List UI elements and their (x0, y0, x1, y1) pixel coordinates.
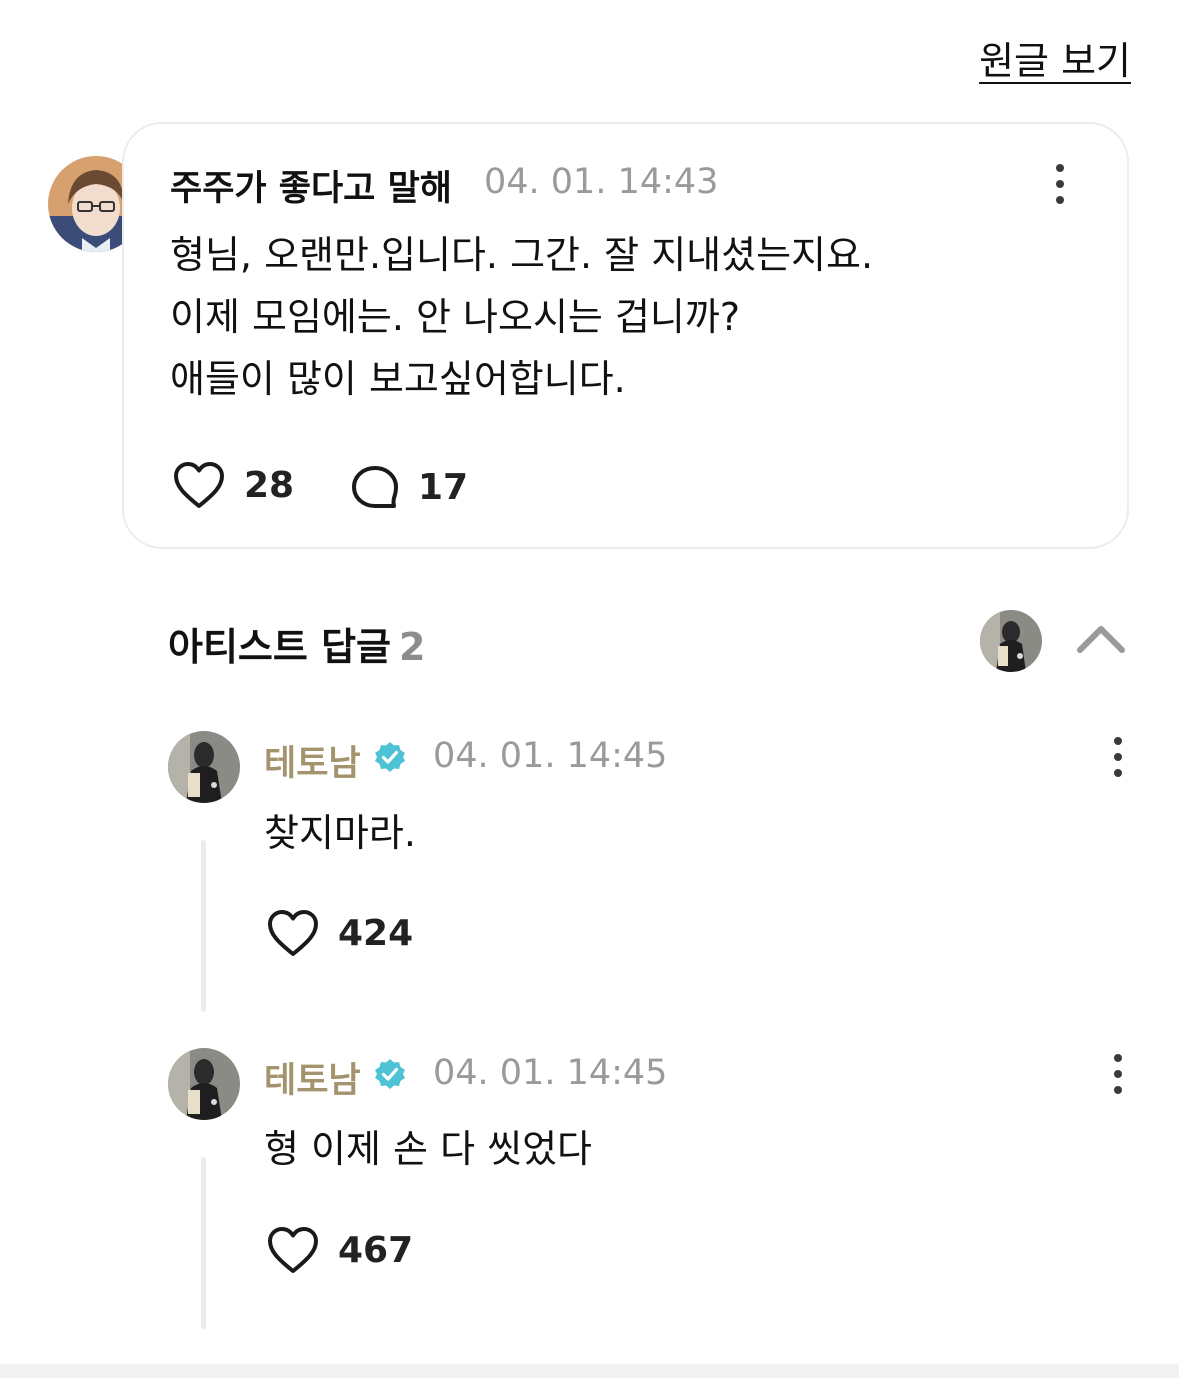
kebab-dot (1114, 1070, 1122, 1078)
post-more-button[interactable] (1054, 164, 1066, 204)
reply-more-button[interactable] (1112, 737, 1124, 777)
kebab-dot (1114, 769, 1122, 777)
post-body: 형님, 오랜만.입니다. 그간. 잘 지내셨는지요. 이제 모임에는. 안 나오… (170, 224, 873, 410)
verified-badge-icon (375, 742, 405, 772)
post-body-line: 이제 모임에는. 안 나오시는 겁니까? (170, 295, 741, 339)
post-author-name[interactable]: 주주가 좋다고 말해 (170, 160, 452, 211)
artist-replies-count: 2 (399, 625, 426, 669)
post-card: 주주가 좋다고 말해 04. 01. 14:43 형님, 오랜만.입니다. 그간… (122, 122, 1129, 549)
reply-text: 형 이제 손 다 씻었다 (264, 1127, 592, 1171)
kebab-dot (1114, 753, 1122, 761)
thread-line (201, 840, 206, 1012)
speech-bubble-icon (352, 466, 398, 508)
artist-replies-label: 아티스트 답글 (168, 625, 391, 669)
thread-line (201, 1157, 206, 1329)
kebab-dot (1114, 1086, 1122, 1094)
reply-like-button[interactable]: 424 (266, 908, 413, 958)
kebab-dot (1056, 180, 1064, 188)
reply-like-count: 467 (338, 1229, 414, 1271)
kebab-dot (1056, 196, 1064, 204)
artist-replies-title: 아티스트 답글 2 (168, 616, 425, 671)
kebab-dot (1114, 1054, 1122, 1062)
post-comment-count: 17 (418, 466, 469, 508)
artist-avatar-small[interactable] (980, 610, 1042, 672)
post-like-count: 28 (244, 464, 295, 506)
reply-author-name[interactable]: 테토남 (264, 1052, 361, 1103)
heart-icon (268, 1227, 318, 1273)
bottom-divider (0, 1364, 1179, 1378)
heart-icon (174, 462, 224, 508)
kebab-dot (1056, 164, 1064, 172)
chevron-up-icon[interactable] (1076, 622, 1126, 654)
reply-author-name[interactable]: 테토남 (264, 735, 361, 786)
post-body-line: 형님, 오랜만.입니다. 그간. 잘 지내셨는지요. (170, 233, 874, 277)
heart-icon (268, 910, 318, 956)
reply-author-avatar[interactable] (168, 1048, 240, 1120)
reply-author-avatar[interactable] (168, 731, 240, 803)
reply-like-button[interactable]: 467 (266, 1225, 413, 1275)
reply-text: 찾지마라. (264, 811, 416, 855)
post-like-button[interactable]: 28 (172, 460, 294, 510)
kebab-dot (1114, 737, 1122, 745)
view-original-link[interactable]: 원글 보기 (979, 30, 1131, 85)
reply-like-count: 424 (338, 912, 414, 954)
post-body-line: 애들이 많이 보고싶어합니다. (170, 357, 626, 401)
post-comment-button[interactable]: 17 (350, 464, 468, 510)
reply-timestamp: 04. 01. 14:45 (433, 1053, 668, 1093)
reply-timestamp: 04. 01. 14:45 (433, 736, 668, 776)
verified-badge-icon (375, 1059, 405, 1089)
post-timestamp: 04. 01. 14:43 (484, 162, 719, 202)
reply-more-button[interactable] (1112, 1054, 1124, 1094)
